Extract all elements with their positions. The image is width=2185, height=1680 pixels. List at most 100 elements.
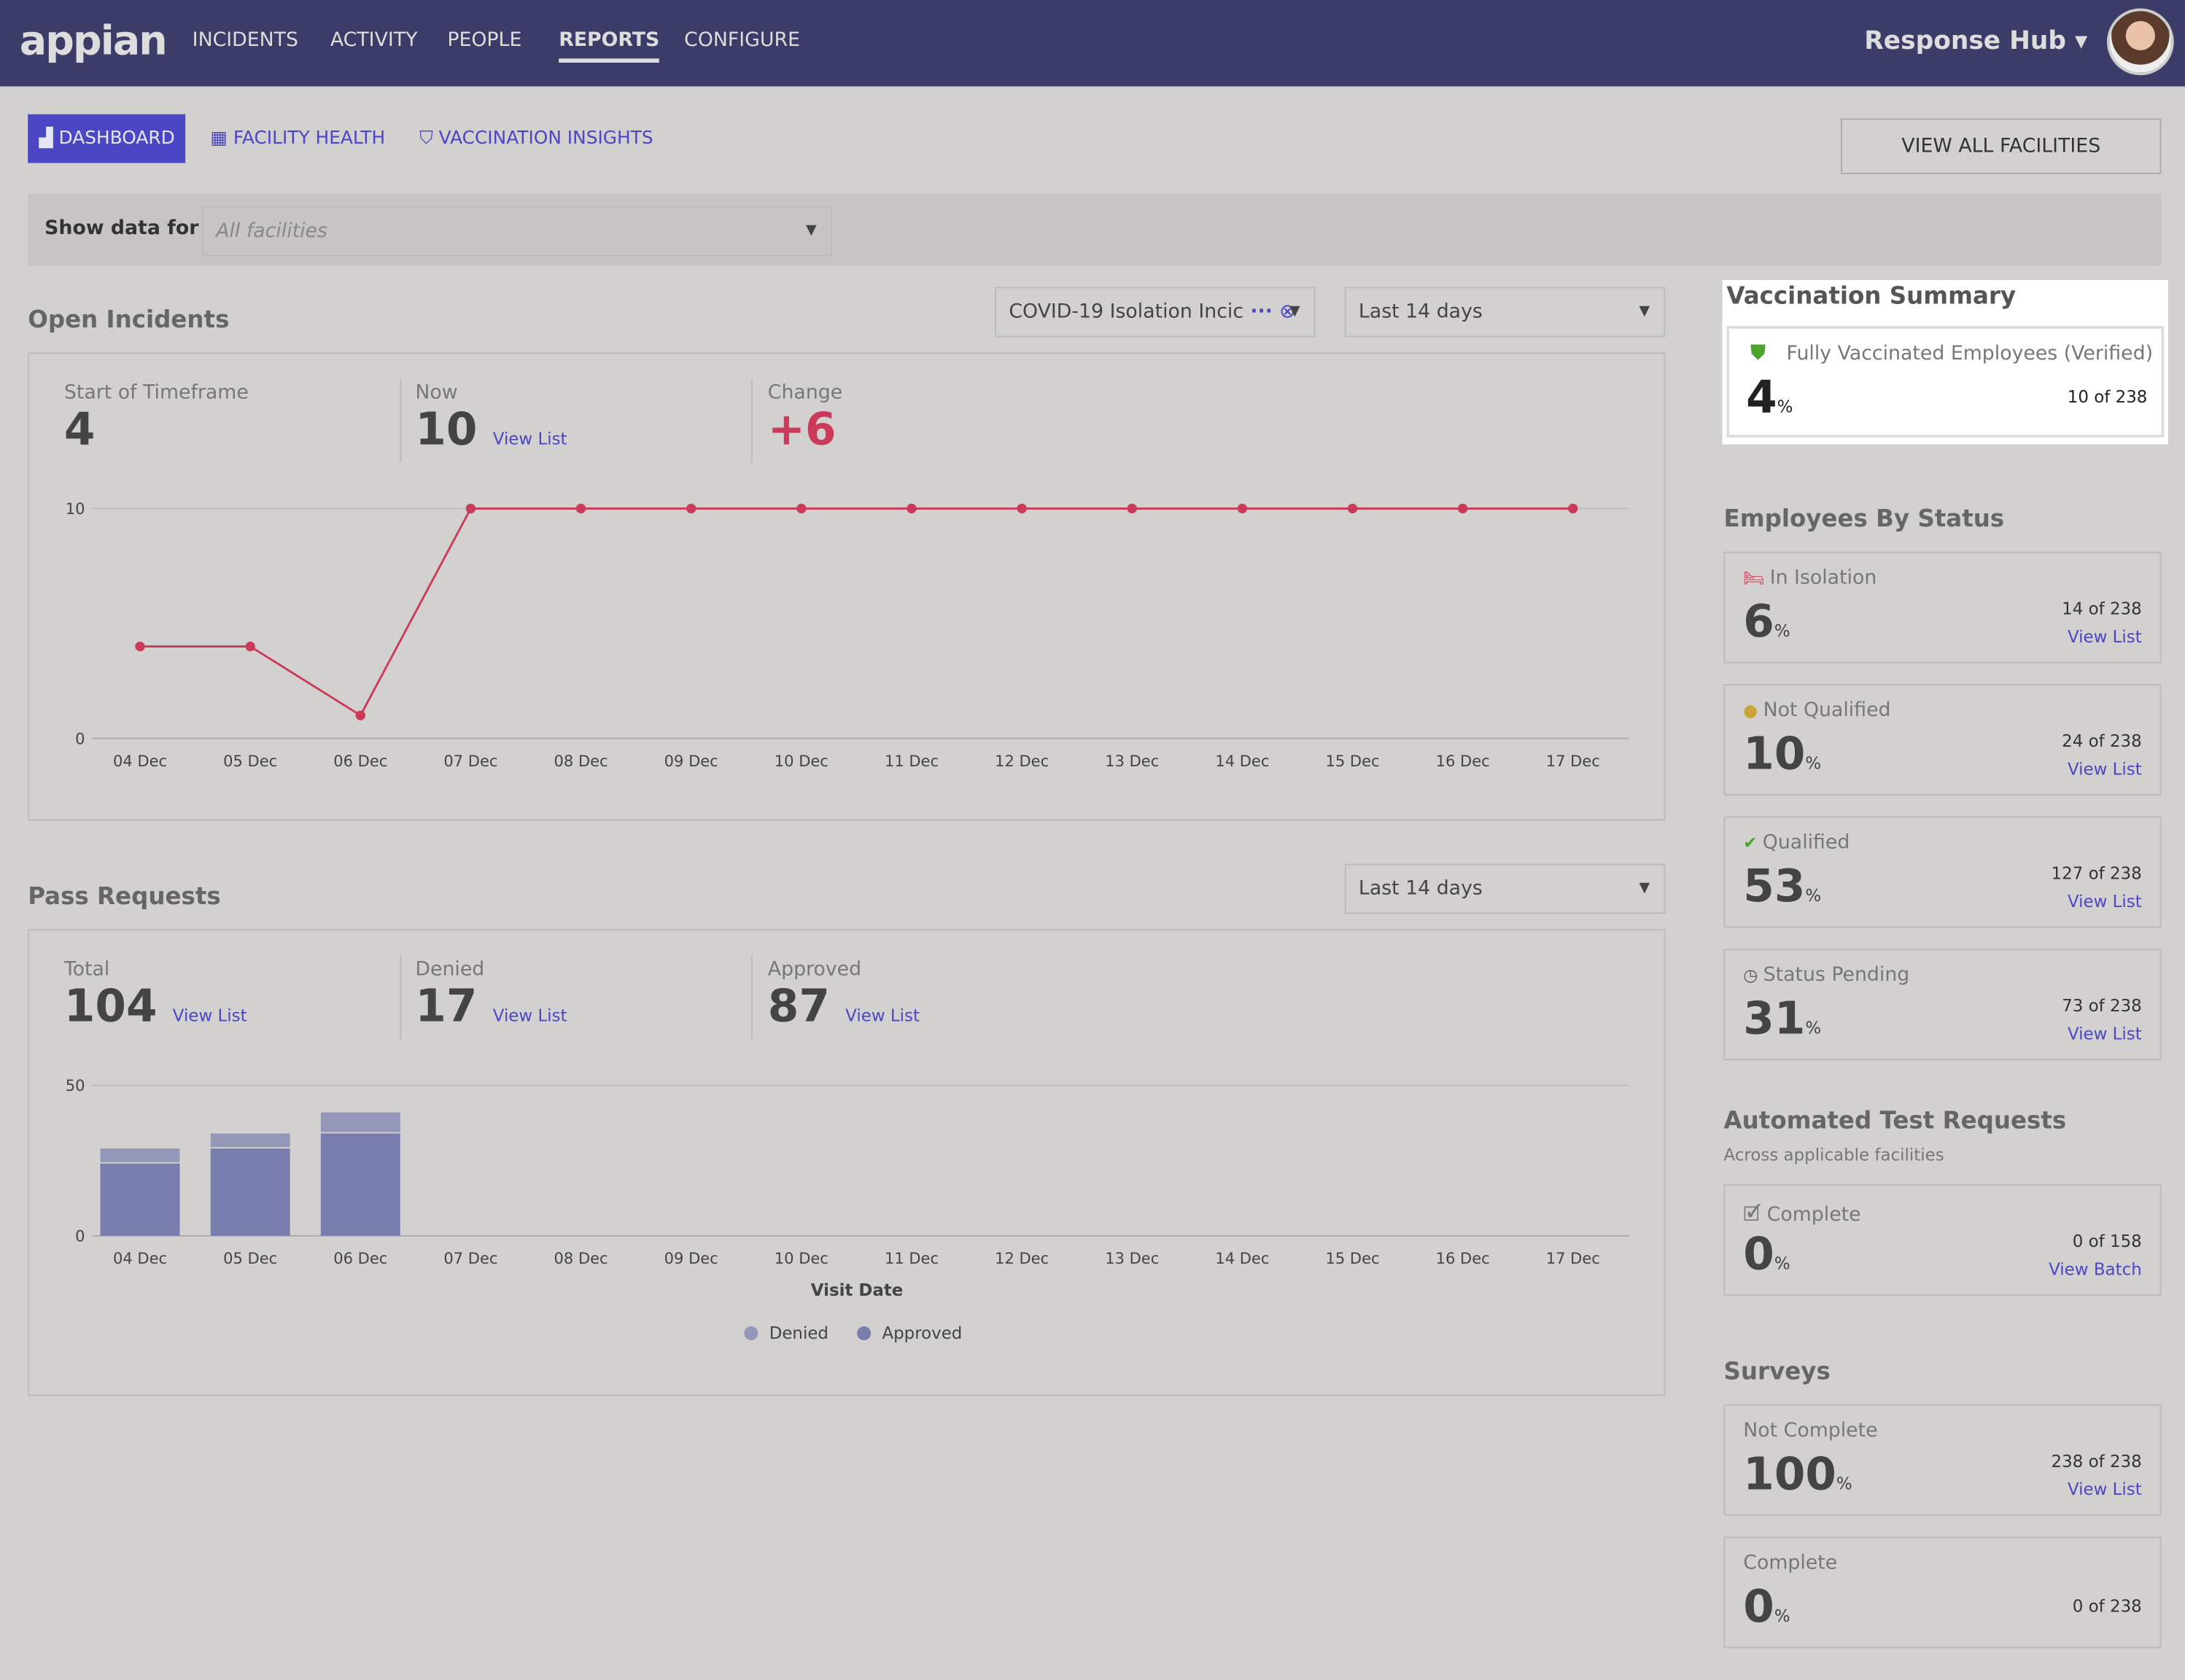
x-tick-label: 17 Dec bbox=[1546, 752, 1600, 770]
bar-denied bbox=[320, 1112, 400, 1132]
card-value: 53 bbox=[1743, 859, 1806, 913]
data-point bbox=[796, 503, 807, 514]
x-tick-label: 11 Dec bbox=[885, 1249, 939, 1267]
nav-activity[interactable]: ACTIVITY bbox=[330, 29, 418, 52]
y-tick-label: 0 bbox=[75, 729, 85, 747]
x-tick-label: 14 Dec bbox=[1215, 1249, 1269, 1267]
check-circle-icon: ✔ bbox=[1743, 833, 1763, 853]
x-tick-label: 10 Dec bbox=[775, 1249, 828, 1267]
x-tick-label: 05 Dec bbox=[223, 1249, 277, 1267]
view-list-link[interactable]: View List bbox=[2068, 1479, 2142, 1499]
building-icon: ▦ bbox=[210, 128, 233, 149]
view-list-link[interactable]: View List bbox=[2068, 1024, 2142, 1043]
x-tick-label: 04 Dec bbox=[113, 752, 167, 770]
pass-range-dropdown[interactable]: Last 14 days ▼ bbox=[1344, 863, 1666, 914]
range-value: Last 14 days bbox=[1358, 300, 1483, 324]
site-switcher[interactable]: Response Hub ▾ bbox=[1864, 26, 2087, 55]
card-count: 24 of 238 bbox=[2062, 731, 2142, 751]
open-incidents-panel: Start of Timeframe 4 Now 10 View List Chan… bbox=[28, 352, 1666, 821]
tab-dashboard[interactable]: ▟ DASHBOARD bbox=[28, 114, 187, 163]
vaccination-value: 4% bbox=[1746, 370, 1793, 424]
tab-label: FACILITY HEALTH bbox=[233, 128, 386, 149]
employee-status-card: ✔ Qualified 53% 127 of 238 View List bbox=[1723, 816, 2162, 928]
tab-facility-health[interactable]: ▦ FACILITY HEALTH bbox=[199, 114, 396, 163]
survey-not-complete-card: Not Complete 100% 238 of 238 View List bbox=[1723, 1404, 2162, 1516]
data-point bbox=[686, 503, 696, 514]
incident-type-dropdown[interactable]: COVID-19 Isolation Incic ··· ⊗ ▼ bbox=[995, 287, 1316, 338]
x-tick-label: 09 Dec bbox=[664, 1249, 718, 1267]
surveys-title: Surveys bbox=[1723, 1358, 1831, 1387]
appian-logo[interactable]: appian bbox=[20, 17, 168, 64]
bar-approved bbox=[100, 1163, 180, 1236]
unit: % bbox=[1805, 886, 1822, 906]
data-point bbox=[1568, 503, 1578, 514]
unit: % bbox=[1774, 621, 1790, 641]
clock-icon: ◷ bbox=[1743, 965, 1763, 985]
x-tick-label: 16 Dec bbox=[1436, 1249, 1490, 1267]
user-avatar[interactable] bbox=[2106, 8, 2174, 76]
data-point bbox=[907, 503, 917, 514]
x-tick-label: 08 Dec bbox=[554, 752, 608, 770]
x-tick-label: 05 Dec bbox=[223, 752, 277, 770]
x-tick-label: 15 Dec bbox=[1326, 752, 1380, 770]
card-value: 10 bbox=[1743, 727, 1806, 780]
incident-range-dropdown[interactable]: Last 14 days ▼ bbox=[1344, 287, 1666, 338]
bed-icon: 🛏 bbox=[1743, 568, 1770, 588]
vaccination-label: Fully Vaccinated Employees (Verified) bbox=[1786, 343, 2154, 365]
x-tick-label: 15 Dec bbox=[1326, 1249, 1380, 1267]
nav-reports[interactable]: REPORTS bbox=[559, 29, 660, 63]
x-tick-label: 11 Dec bbox=[885, 752, 939, 770]
view-all-facilities-button[interactable]: VIEW ALL FACILITIES bbox=[1841, 118, 2162, 174]
chevron-down-icon: ▼ bbox=[1289, 303, 1300, 319]
chevron-down-icon: ▼ bbox=[1639, 303, 1650, 319]
card-value: 0 bbox=[1743, 1227, 1774, 1280]
legend-label-denied: Denied bbox=[769, 1324, 828, 1343]
card-count: 14 of 238 bbox=[2062, 599, 2142, 619]
tests-complete-card: 🗹 Complete 0% 0 of 158 View Batch bbox=[1723, 1184, 2162, 1296]
legend-label-approved: Approved bbox=[882, 1324, 962, 1343]
nav-incidents[interactable]: INCIDENTS bbox=[193, 29, 298, 52]
range-value: Last 14 days bbox=[1358, 877, 1483, 901]
x-tick-label: 04 Dec bbox=[113, 1249, 167, 1267]
card-value: 6 bbox=[1743, 594, 1774, 648]
card-count: 0 of 158 bbox=[2072, 1232, 2142, 1251]
tab-label: VACCINATION INSIGHTS bbox=[438, 128, 653, 149]
card-count: 127 of 238 bbox=[2051, 863, 2142, 884]
view-list-link[interactable]: View List bbox=[2068, 627, 2142, 647]
card-label: In Isolation bbox=[1769, 567, 1877, 590]
y-tick-label: 0 bbox=[75, 1226, 85, 1245]
tests-subtitle: Across applicable facilities bbox=[1723, 1145, 1944, 1165]
unit: % bbox=[1805, 753, 1822, 774]
warning-icon: ● bbox=[1743, 701, 1763, 720]
data-point bbox=[465, 503, 476, 514]
x-tick-label: 13 Dec bbox=[1105, 752, 1159, 770]
vaccination-title: Vaccination Summary bbox=[1726, 282, 2017, 311]
legend-marker bbox=[744, 1326, 758, 1341]
value: 4 bbox=[1746, 370, 1777, 424]
verified-shield-icon: ⛊ bbox=[1750, 340, 1766, 365]
view-batch-link[interactable]: View Batch bbox=[2049, 1259, 2142, 1279]
nav-people[interactable]: PEOPLE bbox=[447, 29, 521, 52]
x-tick-label: 06 Dec bbox=[333, 1249, 387, 1267]
card-label: Not Complete bbox=[1743, 1420, 1878, 1442]
more-icon: ··· bbox=[1243, 300, 1280, 324]
data-point bbox=[1127, 503, 1137, 514]
shield-icon: ⛉ bbox=[419, 128, 439, 149]
card-count: 73 of 238 bbox=[2062, 996, 2142, 1016]
unit: % bbox=[1774, 1253, 1790, 1274]
y-tick-label: 50 bbox=[66, 1076, 85, 1094]
view-list-link[interactable]: View List bbox=[2068, 892, 2142, 911]
pass-requests-bar-chart: 0 50 04 Dec 05 Dec 06 Dec 07 Dec 08 Dec 09 Dec 1… bbox=[66, 1076, 1629, 1343]
bar-denied bbox=[100, 1148, 180, 1162]
facility-dropdown[interactable]: All facilities ▼ bbox=[202, 206, 832, 257]
tab-vaccination-insights[interactable]: ⛉ VACCINATION INSIGHTS bbox=[408, 114, 664, 163]
view-list-link[interactable]: View List bbox=[2068, 759, 2142, 779]
pass-requests-title: Pass Requests bbox=[28, 883, 221, 911]
employee-status-card: ◷ Status Pending 31% 73 of 238 View List bbox=[1723, 949, 2162, 1061]
unit: % bbox=[1774, 1606, 1790, 1626]
card-label: Not Qualified bbox=[1763, 699, 1891, 722]
chevron-down-icon: ▼ bbox=[1639, 880, 1650, 896]
data-point bbox=[135, 641, 145, 652]
filter-bar: Show data for All facilities ▼ bbox=[28, 193, 2162, 266]
nav-configure[interactable]: CONFIGURE bbox=[684, 29, 800, 52]
